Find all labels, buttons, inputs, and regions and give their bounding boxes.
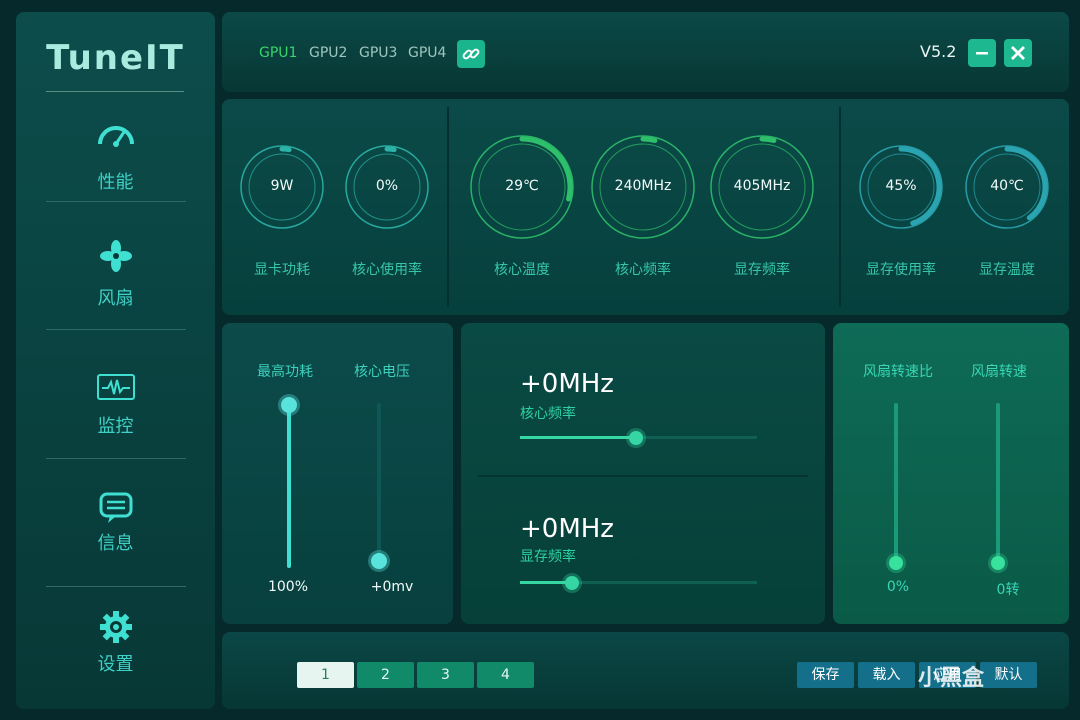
gauge-6: 45% <box>857 143 945 231</box>
profile-1-button[interactable]: 1 <box>297 662 354 688</box>
profile-3-button[interactable]: 3 <box>417 662 474 688</box>
sidebar: TuneIT 性能 风扇 监控 信息 设置 <box>16 12 215 709</box>
tab-gpu2[interactable]: GPU2 <box>309 45 347 61</box>
gauge-5: 405MHz <box>708 133 816 241</box>
power-panel: 最高功耗 核心电压 100% +0mv <box>222 323 453 624</box>
gauge-level-arc <box>384 146 397 153</box>
fan-speed-track[interactable] <box>996 403 1000 563</box>
gauge-label: 核心使用率 <box>352 262 422 278</box>
monitor-icon <box>97 374 135 400</box>
minimize-button[interactable] <box>968 39 996 67</box>
core-clock-fill <box>520 436 637 439</box>
gauge-value: 9W <box>270 178 294 194</box>
gauge-value: 0% <box>375 178 399 194</box>
fan-ratio-value: 0% <box>886 579 910 595</box>
gauge-label: 显存使用率 <box>866 262 936 278</box>
default-button[interactable]: 默认 <box>980 662 1037 688</box>
fan-ratio-label: 风扇转速比 <box>863 364 933 380</box>
fan-ratio-track[interactable] <box>894 403 898 563</box>
gauge-value: 405MHz <box>733 178 791 194</box>
top-bar: GPU1 GPU2 GPU3 GPU4 V5.2 <box>222 12 1069 92</box>
sidebar-item-label: 设置 <box>97 654 134 675</box>
nav-divider <box>46 201 186 202</box>
link-gpus-button[interactable] <box>457 40 485 68</box>
sidebar-item-fan[interactable]: 风扇 <box>16 240 215 368</box>
gauge-level-arc <box>279 146 292 153</box>
sidebar-item-label: 风扇 <box>97 288 134 309</box>
core-voltage-track[interactable] <box>377 403 381 561</box>
power-limit-value: 100% <box>267 579 309 595</box>
gauge-label: 显存频率 <box>734 262 790 278</box>
gauges-panel: 9W 显卡功耗 0% 核心使用率 29℃ 核心温度 240MHz 核心频率 405MHz 显存频率… <box>222 99 1069 315</box>
profile-4-button[interactable]: 4 <box>477 662 534 688</box>
core-voltage-knob[interactable] <box>371 553 387 569</box>
chat-icon <box>99 492 133 523</box>
gauge-label: 核心温度 <box>494 262 550 278</box>
fan-panel: 风扇转速比 风扇转速 0% 0转 <box>833 323 1069 624</box>
speedometer-icon <box>98 126 134 147</box>
version-label: V5.2 <box>920 42 957 61</box>
memory-clock-label: 显存频率 <box>520 549 576 565</box>
gauge-7: 40℃ <box>963 143 1051 231</box>
sidebar-item-performance[interactable]: 性能 <box>16 120 215 248</box>
gauge-value: 240MHz <box>614 178 672 194</box>
gauge-2: 0% <box>343 143 431 231</box>
clock-panel: +0MHz 核心频率 +0MHz 显存频率 <box>461 323 825 624</box>
gauge-value: 40℃ <box>990 178 1024 194</box>
sidebar-item-settings[interactable]: 设置 <box>16 610 215 720</box>
gauge-value: 29℃ <box>505 178 539 194</box>
gauge-label: 显卡功耗 <box>254 262 310 278</box>
sidebar-item-label: 信息 <box>97 533 134 554</box>
load-button[interactable]: 载入 <box>858 662 915 688</box>
nav-divider <box>46 458 186 459</box>
memory-clock-offset-value: +0MHz <box>520 514 614 544</box>
power-limit-knob[interactable] <box>281 397 297 413</box>
minimize-icon <box>976 52 988 55</box>
save-button[interactable]: 保存 <box>797 662 854 688</box>
clock-divider <box>478 475 808 477</box>
sidebar-item-monitor[interactable]: 监控 <box>16 372 215 500</box>
fan-ratio-knob[interactable] <box>889 556 903 570</box>
power-limit-label: 最高功耗 <box>257 364 313 380</box>
nav-divider <box>46 586 186 587</box>
profile-2-button[interactable]: 2 <box>357 662 414 688</box>
fan-icon <box>100 240 132 272</box>
tab-gpu1[interactable]: GPU1 <box>259 45 297 61</box>
core-clock-label: 核心频率 <box>520 406 576 422</box>
power-limit-fill <box>287 405 291 568</box>
sidebar-item-info[interactable]: 信息 <box>16 491 215 619</box>
core-voltage-value: +0mv <box>370 579 414 595</box>
gauge-divider <box>447 107 449 307</box>
watermark: 小黑盒 <box>918 666 985 691</box>
logo-divider <box>46 91 184 92</box>
sidebar-item-label: 监控 <box>97 416 134 437</box>
fan-speed-value: 0转 <box>996 582 1020 598</box>
link-icon <box>462 48 480 60</box>
fan-speed-label: 风扇转速 <box>971 364 1027 380</box>
tab-gpu4[interactable]: GPU4 <box>408 45 446 61</box>
gauge-3: 29℃ <box>468 133 576 241</box>
gauge-4: 240MHz <box>589 133 697 241</box>
fan-speed-knob[interactable] <box>991 556 1005 570</box>
sidebar-item-label: 性能 <box>97 172 134 193</box>
close-icon <box>1011 46 1025 60</box>
app-logo: TuneIT <box>46 38 185 78</box>
core-voltage-label: 核心电压 <box>354 364 410 380</box>
gauge-level-arc <box>640 136 658 144</box>
core-clock-knob[interactable] <box>629 431 644 445</box>
gauge-1: 9W <box>238 143 326 231</box>
gauge-label: 显存温度 <box>979 262 1035 278</box>
gauge-label: 核心频率 <box>615 262 671 278</box>
nav-divider <box>46 329 186 330</box>
gauge-level-arc <box>759 136 777 144</box>
core-clock-offset-value: +0MHz <box>520 369 614 399</box>
gear-icon <box>100 611 132 643</box>
memory-clock-knob[interactable] <box>565 576 580 590</box>
close-button[interactable] <box>1004 39 1032 67</box>
gauge-value: 45% <box>885 178 917 194</box>
tab-gpu3[interactable]: GPU3 <box>359 45 397 61</box>
